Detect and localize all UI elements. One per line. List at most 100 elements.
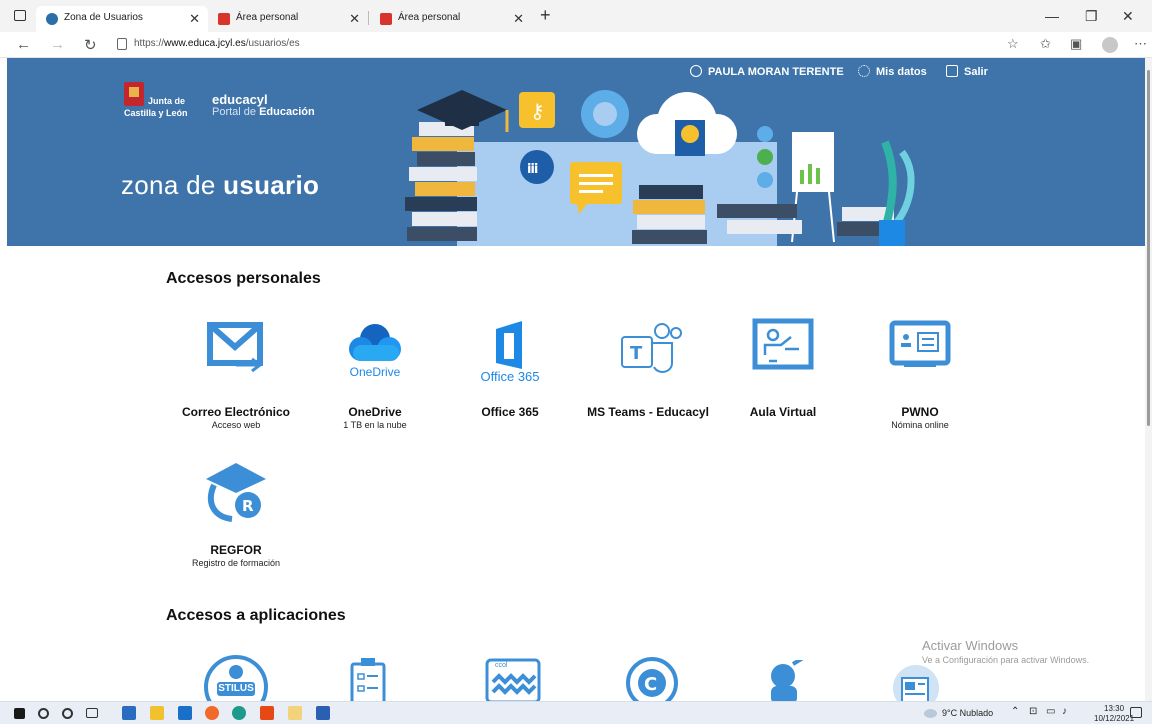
scrollbar-thumb[interactable]	[1147, 70, 1150, 426]
certificate-logo-text: ccol	[495, 662, 508, 669]
minimize-icon[interactable]: —	[1045, 8, 1059, 24]
app-clipboard[interactable]	[348, 656, 388, 701]
forward-icon[interactable]: →	[50, 36, 65, 53]
c-logo-icon: C	[626, 657, 678, 701]
search-icon[interactable]	[38, 708, 49, 719]
watermark-title: Activar Windows	[922, 638, 1019, 653]
tab-separator	[368, 11, 369, 25]
section-title-personal: Accesos personales	[166, 270, 321, 287]
refresh-icon[interactable]: ↻	[84, 36, 97, 54]
tab-close-icon[interactable]: ✕	[349, 11, 360, 27]
cloud-weather-icon	[924, 709, 937, 718]
tab-area-personal-1[interactable]: Área personal ✕	[208, 6, 368, 32]
header-banner: Junta de Castilla y León educacyl Portal…	[7, 58, 1145, 246]
regfor-icon: R	[206, 463, 266, 522]
restore-icon[interactable]: ❐	[1085, 8, 1098, 25]
pwno-icon	[889, 320, 951, 367]
education-illustration: ⚷ ⅲ	[405, 90, 915, 246]
url-host: www.educa.jcyl.es	[164, 38, 246, 49]
window-close-icon[interactable]: ✕	[1122, 8, 1134, 25]
book-right	[717, 204, 797, 218]
url-field[interactable]: https://www.educa.jcyl.es/usuarios/es	[134, 38, 300, 49]
cortana-icon[interactable]	[62, 708, 73, 719]
weather-text[interactable]: 9°C Nublado	[942, 708, 993, 718]
tile-name: MS Teams - Educacyl	[587, 405, 709, 419]
tile-subtitle: Registro de formación	[191, 558, 281, 568]
more-menu-icon[interactable]: ⋯	[1134, 36, 1147, 52]
moodle-favicon-icon	[380, 13, 392, 25]
notes-app-icon[interactable]	[288, 706, 302, 720]
tab-zona-de-usuarios[interactable]: Zona de Usuarios ✕	[36, 6, 208, 32]
tab-title: Área personal	[398, 12, 461, 23]
word-app-icon[interactable]	[316, 706, 330, 720]
volume-icon[interactable]: ♪	[1062, 706, 1067, 717]
tab-title: Área personal	[236, 12, 299, 23]
mail-icon	[207, 322, 263, 373]
page-scrollbar[interactable]	[1145, 58, 1152, 701]
lock-icon[interactable]	[117, 38, 127, 50]
collections-icon[interactable]: ▣	[1070, 36, 1082, 52]
tile-name: OneDrive	[348, 405, 402, 419]
notifications-icon[interactable]	[1130, 707, 1142, 718]
new-tab-icon[interactable]: +	[540, 5, 551, 26]
app-c-logo[interactable]: C	[625, 656, 679, 701]
salir-link[interactable]: Salir	[946, 65, 988, 78]
app-character[interactable]	[765, 660, 805, 701]
brand-subtitle: Portal de Educación	[212, 106, 315, 118]
tile-name: Correo Electrónico	[181, 405, 291, 419]
url-prefix: https://	[134, 38, 165, 49]
phone-icon	[757, 172, 773, 188]
page-title: zona de usuario	[121, 170, 319, 201]
tab-close-icon[interactable]: ✕	[513, 11, 524, 27]
moodle-favicon-icon	[218, 13, 230, 25]
office365-logo-text: Office 365	[480, 369, 540, 384]
castilla-leon-shield-icon	[124, 82, 144, 106]
file-explorer-icon[interactable]	[150, 706, 164, 720]
clock-date: 10/12/2021	[1094, 714, 1135, 723]
tab-area-personal-2[interactable]: Área personal ✕	[370, 6, 532, 32]
app-stilus[interactable]: STILUS	[203, 654, 269, 701]
network-icon[interactable]: ⊡	[1029, 706, 1037, 717]
battery-icon[interactable]: ▭	[1046, 706, 1055, 717]
url-path: /usuarios/es	[245, 38, 300, 49]
educacyl-favicon-icon	[46, 13, 58, 25]
profile-avatar[interactable]	[1102, 37, 1118, 53]
back-icon[interactable]: ←	[16, 36, 31, 53]
mic-icon	[757, 126, 773, 142]
tray-chevron-icon[interactable]: ⌃	[1011, 706, 1019, 717]
tile-name: Aula Virtual	[749, 405, 817, 419]
mail-app-icon[interactable]	[178, 706, 192, 720]
firefox-icon[interactable]	[205, 706, 219, 720]
office-app-icon[interactable]	[260, 706, 274, 720]
brand-name[interactable]: educacyl	[212, 92, 268, 107]
tile-name: REGFOR	[210, 543, 262, 557]
office365-icon	[496, 321, 522, 369]
tab-title: Zona de Usuarios	[64, 12, 143, 23]
edge-icon[interactable]	[232, 706, 246, 720]
activate-windows-watermark: Activar Windows Ve a Configuración para …	[922, 638, 1089, 665]
svg-text:R: R	[242, 497, 254, 515]
tile-name: PWNO	[901, 405, 939, 419]
windows-start-icon[interactable]	[14, 708, 25, 719]
task-view-icon[interactable]	[86, 708, 98, 718]
calculator-app-icon[interactable]	[122, 706, 136, 720]
cloud-bulb-icon	[637, 92, 737, 156]
tab-close-icon[interactable]: ✕	[189, 11, 200, 27]
taskbar-clock[interactable]: 13:30 10/12/2021	[1094, 704, 1134, 724]
read-aloud-icon[interactable]: ☆	[1007, 36, 1019, 52]
app-certificate[interactable]: ccol	[485, 658, 541, 701]
svg-text:⚷: ⚷	[530, 99, 545, 123]
tile-subtitle: 1 TB en la nube	[343, 420, 407, 430]
salir-label: Salir	[964, 66, 988, 78]
windows-taskbar: 9°C Nublado ⌃ ⊡ ▭ ♪ 13:30 10/12/2021	[0, 701, 1152, 724]
watermark-subtitle: Ve a Configuración para activar Windows.	[922, 655, 1090, 665]
certificate-icon	[485, 658, 541, 701]
logout-icon	[946, 65, 958, 77]
brand-subtitle-plain: Portal de	[212, 106, 257, 118]
clock-time: 13:30	[1104, 704, 1125, 713]
tab-actions-icon[interactable]	[14, 10, 26, 21]
app-document[interactable]	[892, 664, 940, 701]
address-bar: ← → ↻ https://www.educa.jcyl.es/usuarios…	[0, 32, 1152, 58]
favorites-icon[interactable]: ✩	[1040, 36, 1051, 52]
section-title-apps: Accesos a aplicaciones	[166, 607, 346, 624]
